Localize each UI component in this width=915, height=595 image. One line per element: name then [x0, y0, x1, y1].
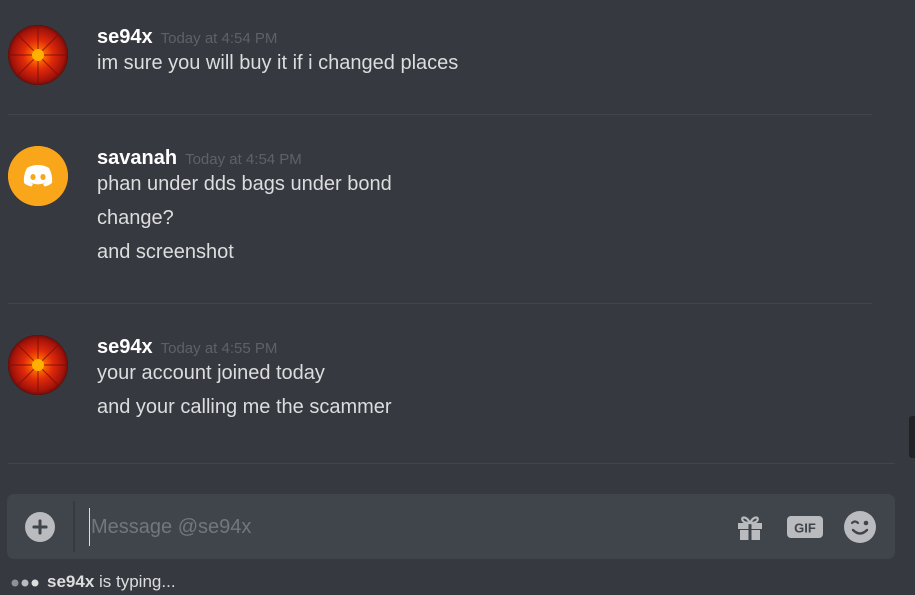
- gift-button[interactable]: [735, 512, 765, 542]
- message-text: im sure you will buy it if i changed pla…: [97, 52, 459, 74]
- typing-username: se94x: [47, 572, 95, 591]
- message-text: your account joined today: [97, 362, 325, 384]
- timestamp: Today at 4:54 PM: [160, 30, 278, 47]
- message-divider: [8, 303, 872, 304]
- emoji-icon: [844, 511, 876, 543]
- user-avatar[interactable]: [8, 146, 68, 206]
- typing-label: is typing...: [94, 572, 176, 591]
- message-text: and your calling me the scammer: [97, 396, 392, 418]
- gif-button[interactable]: GIF: [787, 512, 823, 542]
- composer-divider: [73, 501, 75, 552]
- discord-logo-icon: [8, 146, 68, 206]
- gif-icon: GIF: [787, 516, 823, 538]
- message-text: and screenshot: [97, 241, 234, 263]
- message-input[interactable]: [89, 508, 689, 546]
- svg-text:GIF: GIF: [794, 521, 816, 536]
- gift-icon: [738, 516, 762, 540]
- scrollbar-thumb[interactable]: [909, 416, 915, 458]
- red-flower-icon: [8, 25, 68, 85]
- emoji-button[interactable]: [843, 511, 877, 543]
- message-composer: GIF: [7, 494, 895, 559]
- author-name[interactable]: se94x: [97, 336, 153, 358]
- message-text: phan under dds bags under bond: [97, 173, 392, 195]
- add-attachment-button[interactable]: [25, 512, 55, 542]
- user-avatar[interactable]: [8, 335, 68, 395]
- typing-indicator: se94x is typing...: [10, 572, 176, 594]
- typing-dots-icon: [11, 579, 39, 587]
- add-icon: [25, 512, 55, 542]
- message-divider: [8, 114, 872, 115]
- author-name[interactable]: se94x: [97, 26, 153, 48]
- author-name[interactable]: savanah: [97, 147, 177, 169]
- dm-chat: se94x Today at 4:54 PM im sure you will b…: [0, 0, 915, 595]
- message-text: change?: [97, 207, 174, 229]
- timestamp: Today at 4:55 PM: [160, 340, 278, 357]
- message-divider: [8, 463, 895, 464]
- red-flower-icon: [8, 335, 68, 395]
- user-avatar[interactable]: [8, 25, 68, 85]
- timestamp: Today at 4:54 PM: [185, 151, 302, 168]
